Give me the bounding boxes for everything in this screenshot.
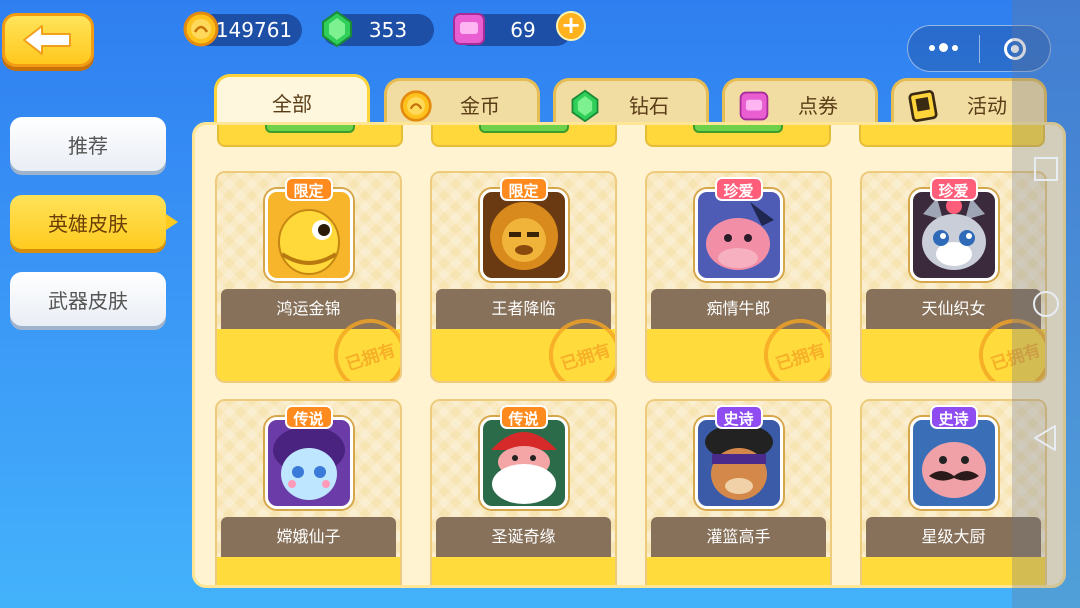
system-nav-bar [1012, 0, 1080, 608]
coin-icon [400, 90, 432, 122]
rarity-badge: 传说 [284, 405, 333, 429]
skin-card[interactable]: 传说 圣诞奇缘 [430, 399, 617, 585]
tab-vouchers[interactable]: 点券 [722, 78, 878, 128]
green-gem-icon [571, 89, 599, 123]
tab-all[interactable]: 全部 [214, 74, 370, 128]
home-button[interactable] [1032, 290, 1060, 322]
coin-counter: 149761 [183, 11, 302, 47]
ticket-counter: 69 + [453, 11, 586, 46]
rarity-badge: 史诗 [714, 405, 763, 429]
skin-card[interactable]: 传说 嫦娥仙子 [215, 399, 402, 585]
card-partial [431, 125, 617, 147]
skin-card[interactable]: 史诗 灌篮高手 [645, 399, 832, 585]
sidebar-item-weapon-skins[interactable]: 武器皮肤 [10, 272, 166, 326]
tab-label: 点券 [798, 94, 838, 118]
square-icon [1034, 157, 1058, 181]
tab-label: 金币 [460, 94, 500, 118]
triangle-back-icon [1034, 425, 1056, 451]
tab-coins[interactable]: 金币 [384, 78, 540, 128]
more-dots-icon [928, 43, 958, 53]
pink-ticket-icon [739, 91, 769, 121]
sidebar-item-label: 推荐 [68, 133, 108, 158]
skin-name: 嫦娥仙子 [221, 517, 396, 559]
card-partial [645, 125, 831, 147]
skin-card[interactable]: 限定 鸿运金锦 已拥有 [215, 171, 402, 383]
rarity-badge: 珍爱 [714, 177, 763, 201]
more-menu-button[interactable] [908, 26, 979, 71]
circle-icon [1033, 291, 1059, 317]
sidebar-item-label: 武器皮肤 [48, 288, 128, 313]
rarity-badge: 珍爱 [929, 177, 978, 201]
recent-apps-button[interactable] [1033, 156, 1059, 186]
back-button[interactable] [2, 13, 94, 67]
tab-diamonds[interactable]: 钻石 [553, 78, 709, 128]
sidebar-item-label: 英雄皮肤 [48, 211, 128, 236]
gem-counter: 353 [322, 10, 434, 48]
rarity-badge: 史诗 [929, 405, 978, 429]
rarity-badge: 限定 [499, 177, 548, 201]
tab-label: 全部 [272, 92, 312, 116]
coin-icon [183, 11, 219, 47]
arrow-left-icon [23, 25, 71, 55]
sidebar-item-recommend[interactable]: 推荐 [10, 117, 166, 171]
add-currency-button[interactable]: + [556, 11, 586, 41]
pink-ticket-icon [453, 13, 485, 45]
green-gem-icon [322, 10, 352, 48]
skin-card[interactable]: 珍爱 痴情牛郎 已拥有 [645, 171, 832, 383]
tab-label: 活动 [967, 94, 1007, 118]
rarity-badge: 传说 [499, 405, 548, 429]
skin-grid-panel: 限定 鸿运金锦 已拥有 限定 王者降临 已拥有 珍爱 痴情牛郎 已拥有 珍爱 天… [192, 122, 1066, 588]
sidebar-item-hero-skins[interactable]: 英雄皮肤 [10, 195, 178, 249]
system-back-button[interactable] [1033, 424, 1059, 456]
event-ticket-icon [908, 89, 938, 123]
rarity-badge: 限定 [284, 177, 333, 201]
skin-name: 灌篮高手 [651, 517, 826, 559]
card-partial [217, 125, 403, 147]
skin-card[interactable]: 限定 王者降临 已拥有 [430, 171, 617, 383]
tab-label: 钻石 [629, 94, 669, 118]
skin-name: 圣诞奇缘 [436, 517, 611, 559]
